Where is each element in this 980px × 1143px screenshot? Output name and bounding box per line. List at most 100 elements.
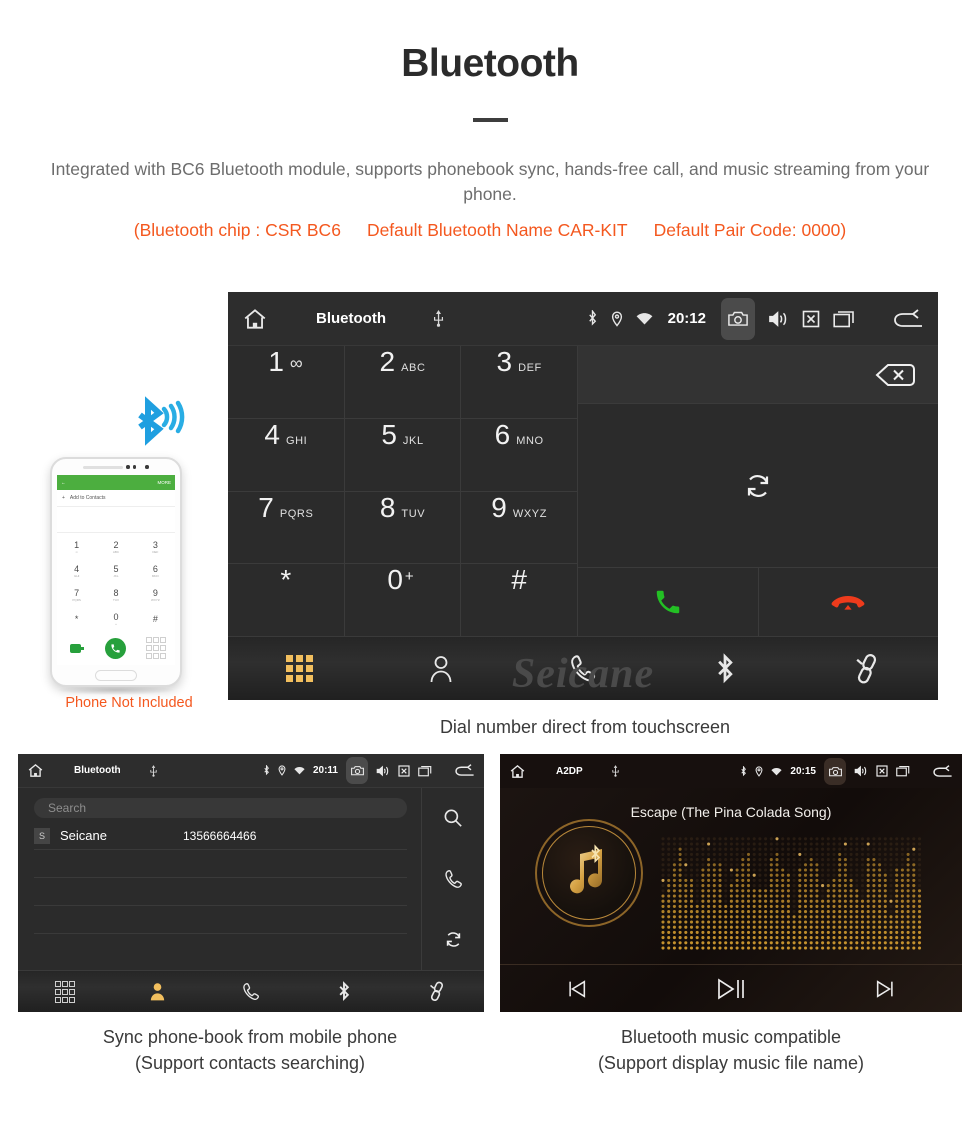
key-1[interactable]: 1 ∞ (228, 346, 345, 418)
phone-key-5[interactable]: 5 JKL (96, 559, 135, 583)
phone-key-8[interactable]: 8 TUV (96, 583, 135, 607)
back-arrow-icon[interactable] (892, 308, 924, 329)
phone-screen: ← MORE + Add to Contacts 1 ∞ 2 ABC 3 DEF 4 GHI 5… (57, 475, 175, 665)
recent-apps-icon[interactable] (896, 765, 910, 777)
volume-icon[interactable] (854, 765, 868, 777)
phone-more-button[interactable]: MORE (158, 480, 172, 485)
home-icon[interactable] (242, 306, 268, 332)
status-bar: A2DP 20:15 (500, 754, 962, 788)
nav-item-call-log[interactable] (204, 982, 297, 1002)
phone-key-2[interactable]: 2 ABC (96, 535, 135, 559)
phone-call-button[interactable] (96, 637, 135, 659)
key-6[interactable]: 6 MNO (461, 418, 579, 491)
phone-keypad-toggle[interactable] (136, 637, 175, 659)
contact-name: Seicane (60, 828, 107, 843)
music-player-screen: A2DP 20:15 Escape (The Pina Colada Song) (500, 754, 962, 1012)
recent-apps-icon[interactable] (418, 765, 432, 777)
key-3[interactable]: 3 DEF (461, 346, 579, 418)
phone-key-6[interactable]: 6 MNO (136, 559, 175, 583)
dialpad-icon (145, 637, 166, 659)
volume-icon[interactable] (768, 310, 789, 328)
home-button[interactable] (95, 669, 137, 681)
key-9[interactable]: 9 WXYZ (461, 491, 579, 564)
key-4[interactable]: 4 GHI (228, 418, 345, 491)
key-star[interactable]: * (228, 564, 345, 636)
side-action-bar (422, 788, 484, 970)
phone-key-4[interactable]: 4 GHI (57, 559, 96, 583)
location-pin-icon (755, 765, 763, 777)
nav-item-contacts[interactable] (370, 654, 512, 684)
phone-number-display[interactable] (578, 346, 938, 404)
key-digit: 9 (491, 491, 507, 523)
camera-icon (728, 310, 748, 327)
keypad: 1 ∞ 2 ABC 3 DEF 4 GHI 5 JKL 6 MNO 7 PQRS 8 TUV 9 WXYZ * 0 + # (228, 346, 579, 636)
page-description: Integrated with BC6 Bluetooth module, su… (50, 159, 930, 204)
camera-button[interactable] (721, 297, 755, 340)
key-sublabel: + (404, 568, 414, 586)
answer-call-button[interactable] (578, 568, 759, 636)
key-digit: 3 (496, 346, 513, 377)
phone-key-7[interactable]: 7 PQRS (57, 583, 96, 607)
key-hash[interactable]: # (461, 564, 579, 636)
mute-x-icon[interactable] (398, 764, 410, 777)
key-8[interactable]: 8 TUV (344, 491, 462, 564)
key-7[interactable]: 7 PQRS (228, 491, 345, 564)
back-arrow-icon[interactable] (454, 764, 475, 777)
phone-sim-button[interactable] (57, 643, 96, 653)
key-2[interactable]: 2 ABC (344, 346, 462, 418)
home-icon[interactable] (27, 762, 44, 779)
spec-pair-code: Default Pair Code: 0000) (653, 220, 847, 240)
backspace-icon[interactable] (874, 362, 916, 388)
wifi-icon (636, 312, 653, 325)
key-0[interactable]: 0 + (344, 564, 462, 636)
bluetooth-icon (740, 765, 747, 777)
phone-add-to-contacts[interactable]: + Add to Contacts (57, 490, 175, 507)
mute-x-icon[interactable] (802, 310, 820, 328)
phone-key-0[interactable]: 0 + (96, 607, 135, 631)
bluetooth-signal-icon (126, 395, 198, 457)
back-arrow-icon[interactable] (932, 764, 953, 778)
hangup-call-button[interactable] (759, 568, 939, 636)
contact-rows: S Seicane 13566664466 (18, 822, 421, 934)
phone-number-field[interactable] (57, 507, 175, 533)
recent-apps-icon[interactable] (833, 310, 855, 328)
nav-item-dialpad[interactable] (228, 655, 370, 682)
phone-key-3[interactable]: 3 DEF (136, 535, 175, 559)
phone-key-9[interactable]: 9 WXYZ (136, 583, 175, 607)
sensor-dot (132, 465, 137, 469)
nav-item-bluetooth[interactable] (654, 652, 796, 685)
status-bar-right: 20:11 (263, 757, 475, 784)
volume-icon[interactable] (376, 765, 390, 777)
phone-key-1[interactable]: 1 ∞ (57, 535, 96, 559)
nav-item-pair[interactable] (391, 981, 484, 1002)
previous-track-icon (566, 978, 588, 1000)
camera-button[interactable] (346, 757, 368, 784)
home-icon[interactable] (509, 763, 526, 780)
link-icon (428, 981, 446, 1002)
search-button[interactable] (422, 788, 484, 849)
phone-key-hash[interactable]: # (136, 607, 175, 631)
keypad-row: 1 ∞ 2 ABC 3 DEF (228, 346, 579, 419)
call-button[interactable] (422, 849, 484, 910)
nav-item-bluetooth[interactable] (298, 981, 391, 1002)
search-input[interactable]: Search (34, 798, 407, 818)
nav-item-pair[interactable] (796, 653, 938, 685)
contact-row-empty (34, 850, 407, 878)
nav-item-contacts[interactable] (111, 982, 204, 1001)
phone-back-arrow[interactable]: ← (61, 480, 66, 485)
mute-x-icon[interactable] (876, 765, 888, 777)
camera-button[interactable] (824, 757, 846, 785)
sync-button[interactable] (578, 404, 938, 568)
play-pause-button[interactable] (654, 975, 808, 1003)
status-bar-right: 20:15 (740, 757, 953, 785)
camera-icon (828, 766, 842, 777)
contact-row[interactable]: S Seicane 13566664466 (34, 822, 407, 850)
phone-key-star[interactable]: * (57, 607, 96, 631)
sync-button[interactable] (422, 909, 484, 970)
next-track-button[interactable] (808, 978, 962, 1000)
phone-keypad-row: * 0 + # (57, 607, 175, 631)
previous-track-button[interactable] (500, 978, 654, 1000)
nav-item-call-log[interactable] (512, 654, 654, 684)
key-5[interactable]: 5 JKL (344, 418, 462, 491)
nav-item-dialpad[interactable] (18, 980, 111, 1003)
